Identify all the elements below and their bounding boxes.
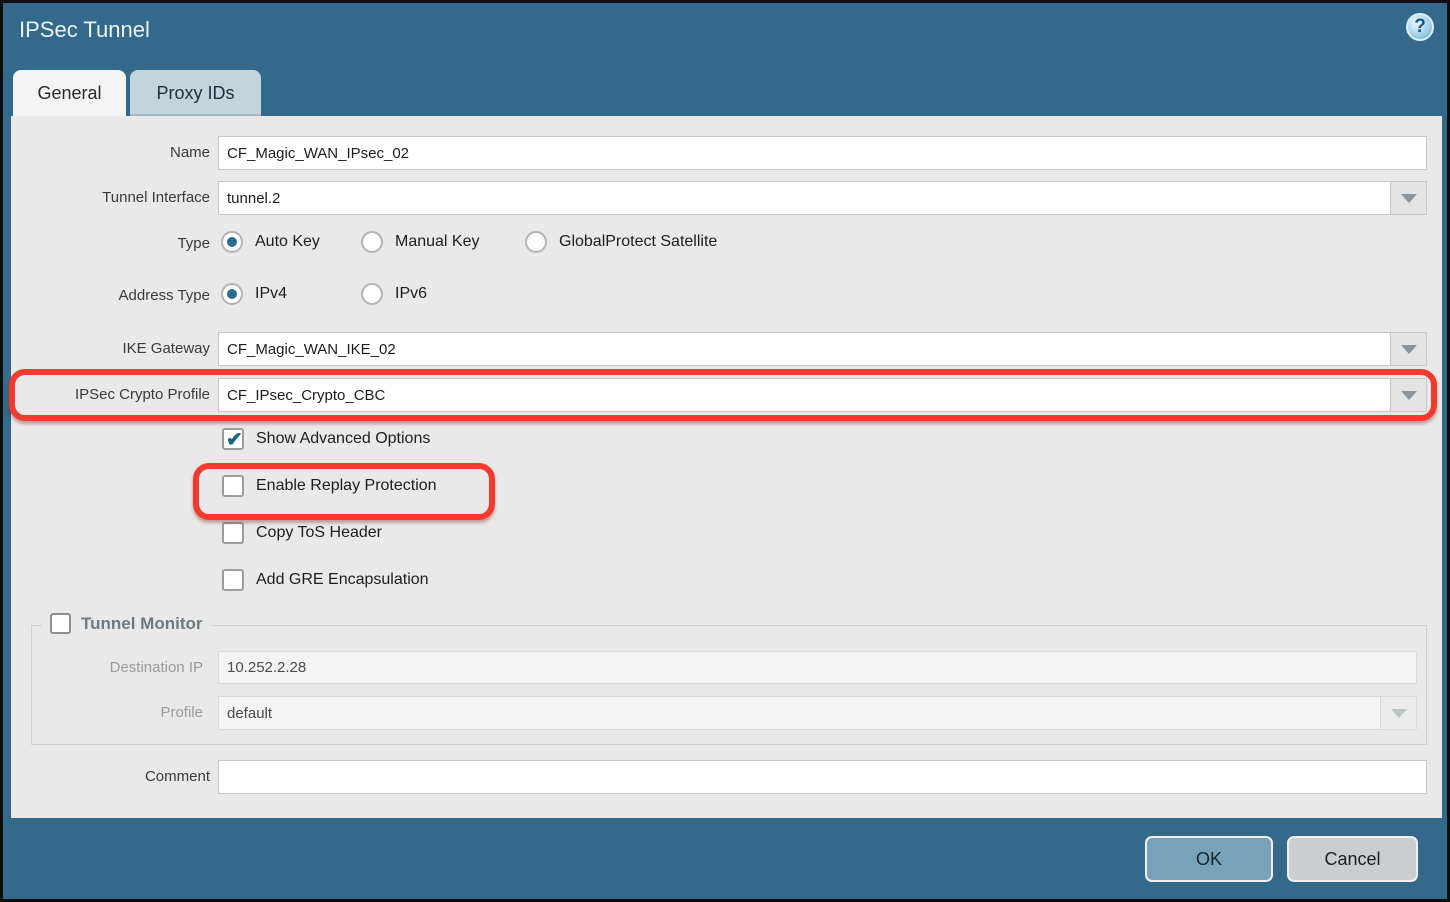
- checkbox-icon: [222, 522, 244, 544]
- checkbox-label: Show Advanced Options: [256, 430, 430, 448]
- radio-label: Manual Key: [395, 233, 480, 251]
- checkbox-show-advanced-options[interactable]: Show Advanced Options: [222, 428, 430, 450]
- checkbox-label: Copy ToS Header: [256, 524, 382, 542]
- address-type-label: Address Type: [3, 283, 210, 309]
- chevron-down-icon: [1391, 709, 1407, 718]
- radio-label: GlobalProtect Satellite: [559, 233, 717, 251]
- tab-proxy-ids[interactable]: Proxy IDs: [130, 70, 261, 116]
- ike-gateway-dropdown-button[interactable]: [1391, 332, 1427, 366]
- destination-ip-label: Destination IP: [3, 651, 203, 684]
- checkbox-tunnel-monitor[interactable]: Tunnel Monitor: [42, 613, 211, 634]
- radio-icon: [221, 283, 243, 305]
- profile-input: [218, 696, 1381, 730]
- ike-gateway-label: IKE Gateway: [3, 332, 210, 366]
- checkbox-icon: [50, 613, 71, 634]
- radio-icon: [221, 231, 243, 253]
- checkbox-icon: [222, 475, 244, 497]
- comment-input[interactable]: [218, 760, 1427, 794]
- help-glyph: ?: [1414, 16, 1426, 38]
- ike-gateway-input[interactable]: [218, 332, 1391, 366]
- checkbox-label: Enable Replay Protection: [256, 477, 437, 495]
- radio-icon: [361, 283, 383, 305]
- radio-manual-key[interactable]: Manual Key: [361, 231, 525, 253]
- radio-icon: [525, 231, 547, 253]
- ok-button[interactable]: OK: [1145, 836, 1273, 882]
- checkbox-icon: [222, 428, 244, 450]
- radio-label: IPv6: [395, 285, 427, 303]
- tunnel-interface-label: Tunnel Interface: [3, 181, 210, 215]
- tunnel-monitor-label: Tunnel Monitor: [81, 614, 203, 634]
- chevron-down-icon: [1401, 391, 1417, 400]
- cancel-button[interactable]: Cancel: [1287, 836, 1418, 882]
- ipsec-crypto-profile-input[interactable]: [218, 378, 1391, 412]
- tab-general[interactable]: General: [13, 70, 126, 116]
- comment-label: Comment: [3, 760, 210, 794]
- ipsec-tunnel-dialog: IPSec Tunnel ? General Proxy IDs Name Tu…: [0, 0, 1450, 902]
- radio-globalprotect-satellite[interactable]: GlobalProtect Satellite: [525, 231, 717, 253]
- chevron-down-icon: [1401, 345, 1417, 354]
- name-label: Name: [3, 136, 210, 170]
- ipsec-crypto-profile-dropdown-button[interactable]: [1391, 378, 1427, 412]
- type-label: Type: [3, 231, 210, 257]
- radio-label: Auto Key: [255, 233, 320, 251]
- radio-ipv4[interactable]: IPv4: [221, 283, 361, 305]
- tunnel-interface-dropdown-button[interactable]: [1391, 181, 1427, 215]
- radio-auto-key[interactable]: Auto Key: [221, 231, 361, 253]
- help-icon[interactable]: ?: [1406, 13, 1434, 41]
- radio-label: IPv4: [255, 285, 287, 303]
- checkbox-copy-tos-header[interactable]: Copy ToS Header: [222, 522, 382, 544]
- profile-label: Profile: [3, 696, 203, 730]
- tunnel-interface-input[interactable]: [218, 181, 1391, 215]
- checkbox-label: Add GRE Encapsulation: [256, 571, 429, 589]
- radio-ipv6[interactable]: IPv6: [361, 283, 427, 305]
- checkbox-enable-replay-protection[interactable]: Enable Replay Protection: [222, 475, 437, 497]
- profile-dropdown-button: [1381, 696, 1417, 730]
- name-input[interactable]: [218, 136, 1427, 170]
- ipsec-crypto-profile-label: IPSec Crypto Profile: [3, 378, 210, 412]
- chevron-down-icon: [1401, 194, 1417, 203]
- dialog-title: IPSec Tunnel: [19, 17, 150, 43]
- destination-ip-input: [218, 651, 1417, 684]
- checkbox-add-gre-encapsulation[interactable]: Add GRE Encapsulation: [222, 569, 429, 591]
- checkbox-icon: [222, 569, 244, 591]
- radio-icon: [361, 231, 383, 253]
